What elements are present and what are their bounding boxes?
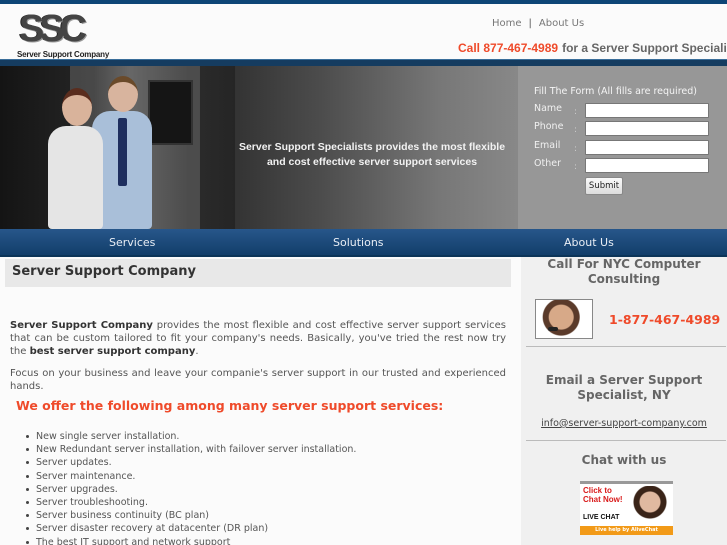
hero-photo xyxy=(0,66,235,229)
sidebar: Call For NYC Computer Consulting 1-877-4… xyxy=(516,257,727,545)
logo-subtitle: Server Support Company xyxy=(17,50,110,59)
top-nav-about-us[interactable]: About Us xyxy=(539,18,584,29)
intro-bold: Server Support Company xyxy=(10,320,153,331)
colon: : xyxy=(574,162,578,172)
header-call-text: for a Server Support Specialist xyxy=(562,41,727,55)
intro-bold-end: best server support company xyxy=(29,346,196,357)
content-heading-box: Server Support Company xyxy=(5,259,511,287)
email-link[interactable]: info@server-support-company.com xyxy=(521,418,727,429)
sidebar-divider xyxy=(526,346,726,347)
hero-banner: Server Support Specialists provides the … xyxy=(0,66,517,229)
nav-about-us[interactable]: About Us xyxy=(564,236,614,249)
list-item: Server upgrades. xyxy=(25,483,356,496)
support-agent-image xyxy=(535,299,593,339)
form-row-email: Email : xyxy=(534,140,724,158)
sidebar-divider xyxy=(526,440,726,441)
list-item: The best IT support and network support xyxy=(25,536,356,545)
form-row-name: Name : xyxy=(534,103,724,121)
email-heading: Email a Server Support Specialist, NY xyxy=(545,373,703,402)
services-list: New single server installation. New Redu… xyxy=(25,430,357,545)
name-label: Name xyxy=(534,103,563,114)
submit-button[interactable]: Submit xyxy=(585,177,623,195)
woman-figure xyxy=(48,126,103,229)
chat-heading: Chat with us xyxy=(581,453,667,467)
email-label: Email xyxy=(534,140,561,151)
focus-paragraph: Focus on your business and leave your co… xyxy=(10,368,506,392)
logo-mark: SSC xyxy=(19,8,87,50)
chat-footer: Live help by AliveChat xyxy=(580,526,673,535)
monitor-image xyxy=(148,80,193,145)
chat-label: LIVE CHAT xyxy=(583,514,620,521)
header-divider-bar xyxy=(0,59,727,66)
chat-agent-image xyxy=(630,486,670,526)
chat-cta: Click to Chat Now! xyxy=(583,486,623,504)
live-chat-button[interactable]: Click to Chat Now! LIVE CHAT Live help b… xyxy=(580,481,673,535)
other-field[interactable] xyxy=(585,158,709,173)
intro-end: . xyxy=(195,346,199,357)
top-nav-home[interactable]: Home xyxy=(492,18,522,29)
phone-label: Phone xyxy=(534,121,564,132)
list-item: Server troubleshooting. xyxy=(25,496,356,509)
nav-separator: | xyxy=(528,18,532,29)
list-item: Server maintenance. xyxy=(25,470,356,483)
main-nav: Services Solutions About Us xyxy=(0,229,727,257)
other-label: Other xyxy=(534,158,561,169)
intro-paragraph: Server Support Company provides the most… xyxy=(10,319,506,358)
colon: : xyxy=(574,125,578,135)
contact-form-panel: Fill The Form (All fills are required) N… xyxy=(517,66,727,229)
list-item: New single server installation. xyxy=(25,430,356,443)
colon: : xyxy=(574,107,578,117)
top-nav: Home | About Us xyxy=(492,18,584,29)
colon: : xyxy=(574,144,578,154)
main-content: Server Support Company Server Support Co… xyxy=(0,259,516,545)
list-item: Server updates. xyxy=(25,456,356,469)
list-item: New Redundant server installation, with … xyxy=(25,444,357,456)
woman-head xyxy=(62,88,92,126)
site-header: SSC Server Support Company Home | About Us… xyxy=(0,4,727,59)
header-phone[interactable]: Call 877-467-4989 xyxy=(458,41,558,55)
tie-image xyxy=(118,118,127,186)
list-item: Server business continuity (BC plan) xyxy=(25,509,356,522)
phone-field[interactable] xyxy=(585,121,709,136)
hero-tagline: Server Support Specialists provides the … xyxy=(238,141,506,168)
nav-services[interactable]: Services xyxy=(109,236,155,249)
form-title: Fill The Form (All fills are required) xyxy=(534,86,697,97)
site-logo[interactable]: SSC Server Support Company xyxy=(17,8,109,60)
nav-solutions[interactable]: Solutions xyxy=(333,236,384,249)
name-field[interactable] xyxy=(585,103,709,118)
page-title: Server Support Company xyxy=(12,264,196,279)
list-item: Server disaster recovery at datacenter (… xyxy=(25,522,356,535)
header-call-line: Call 877-467-4989 for a Server Support Sp… xyxy=(458,41,727,55)
email-field[interactable] xyxy=(585,140,709,155)
services-heading: We offer the following among many server… xyxy=(16,398,444,413)
sidebar-phone[interactable]: 1-877-467-4989 xyxy=(609,312,720,327)
form-row-other: Other : xyxy=(534,158,724,176)
call-heading: Call For NYC Computer Consulting xyxy=(547,257,701,286)
man-head xyxy=(108,76,138,112)
form-row-phone: Phone : xyxy=(534,121,724,139)
